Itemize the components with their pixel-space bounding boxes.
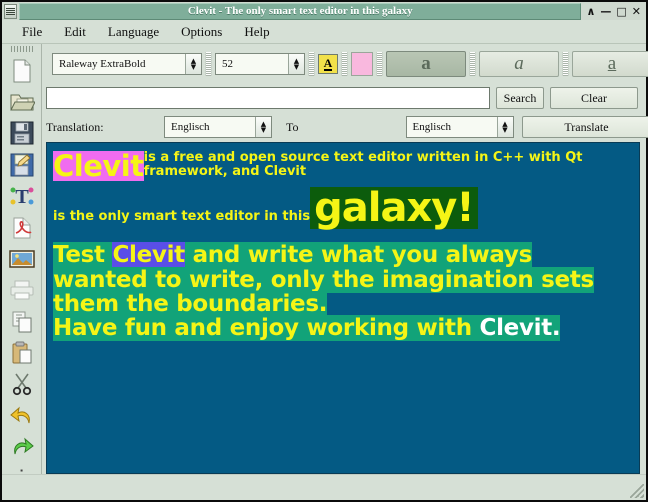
font-icon[interactable]: T <box>7 181 37 210</box>
translation-to-label: To <box>286 119 299 134</box>
svg-text:T: T <box>15 186 29 208</box>
left-toolbar: T ▪ <box>2 44 42 474</box>
toolbar-separator-4 <box>376 52 383 76</box>
target-language-spinner[interactable]: ▲ ▼ <box>496 117 513 137</box>
save-as-icon[interactable] <box>7 150 37 179</box>
window-menu-icon[interactable] <box>4 3 17 19</box>
minimize-button[interactable]: — <box>600 6 611 17</box>
search-row: Search Clear <box>42 84 646 112</box>
bold-button[interactable]: a <box>386 51 466 77</box>
document-paragraph-2: is the only smart text editor in this ga… <box>53 187 633 230</box>
save-icon[interactable] <box>7 119 37 148</box>
doc-line1-part-a: Test <box>53 242 113 269</box>
menu-item-file[interactable]: File <box>12 22 52 42</box>
search-input[interactable] <box>46 87 490 109</box>
translation-row: Translation: Englisch ▲ ▼ To Englisch ▲ ▼ … <box>42 112 648 142</box>
window-title: Clevit - The only smart text editor in t… <box>187 5 413 17</box>
doc-line-3: them the boundaries. <box>53 290 633 317</box>
print-icon[interactable] <box>7 276 37 305</box>
font-size-combo[interactable]: 52 ▲ ▼ <box>215 53 305 75</box>
clear-button[interactable]: Clear <box>550 87 638 109</box>
document-paragraph-1: Clevit is a free and open source text ed… <box>53 151 633 181</box>
menu-item-language[interactable]: Language <box>98 22 169 42</box>
redo-arrow-icon[interactable] <box>7 433 37 462</box>
toolbar-separator-6 <box>562 52 569 76</box>
source-language-value: Englisch <box>171 121 210 133</box>
italic-button[interactable]: a <box>479 51 559 77</box>
doc-line-2: wanted to write, only the imagination se… <box>53 266 633 293</box>
doc-word-clevit-2: Clevit <box>112 242 185 269</box>
doc-line-4: Have fun and enjoy working with Clevit. <box>53 314 633 341</box>
font-size-spinner[interactable]: ▲ ▼ <box>288 54 304 74</box>
cut-scissors-icon[interactable] <box>7 370 37 399</box>
shade-button[interactable]: ∧ <box>586 6 595 17</box>
application-window: Clevit - The only smart text editor in t… <box>0 0 648 502</box>
menu-item-edit[interactable]: Edit <box>54 22 96 42</box>
maximize-button[interactable]: □ <box>616 6 626 17</box>
font-family-value: Raleway ExtraBold <box>59 58 146 70</box>
translation-label: Translation: <box>46 119 104 134</box>
window-controls: ∧ — □ ✕ <box>583 6 644 17</box>
menu-item-help[interactable]: Help <box>234 22 279 42</box>
target-language-combo[interactable]: Englisch ▲ ▼ <box>405 116 514 138</box>
target-language-value: Englisch <box>412 121 452 133</box>
status-bar <box>2 474 646 500</box>
menu-item-options[interactable]: Options <box>171 22 232 42</box>
doc-line4-part-a: Have fun and enjoy working with <box>53 314 480 341</box>
doc-text-only-smart: is the only smart text editor in this <box>53 208 311 224</box>
doc-word-clevit-3: Clevit. <box>479 314 561 341</box>
title-bar: Clevit - The only smart text editor in t… <box>2 2 646 20</box>
title-strip[interactable]: Clevit - The only smart text editor in t… <box>19 2 582 20</box>
format-toolbar: Raleway ExtraBold ▲ ▼ 52 ▲ ▼ A a a a <box>42 44 648 84</box>
doc-line2-text: wanted to write, only the imagination se… <box>53 266 594 293</box>
font-family-spinner[interactable]: ▲ ▼ <box>185 54 201 74</box>
undo-arrow-icon[interactable] <box>7 401 37 430</box>
toolbar-drag-handle[interactable] <box>10 46 33 52</box>
open-folder-icon[interactable] <box>7 87 37 116</box>
translate-button[interactable]: Translate <box>521 116 648 138</box>
doc-word-clevit-1: Clevit <box>53 149 144 183</box>
main-column: Raleway ExtraBold ▲ ▼ 52 ▲ ▼ A a a a Sea… <box>42 44 648 474</box>
toolbar-separator-3 <box>341 52 348 76</box>
editor-area: Clevit is a free and open source text ed… <box>42 142 646 474</box>
export-pdf-icon[interactable] <box>7 213 37 242</box>
toolbar-separator-1 <box>205 52 212 76</box>
underline-button[interactable]: a <box>572 51 648 77</box>
menu-bar: File Edit Language Options Help <box>2 20 646 44</box>
text-editor[interactable]: Clevit is a free and open source text ed… <box>46 142 640 474</box>
source-language-spinner[interactable]: ▲ ▼ <box>255 117 271 137</box>
font-family-combo[interactable]: Raleway ExtraBold ▲ ▼ <box>52 53 202 75</box>
highlight-color-button[interactable] <box>351 52 373 76</box>
document-paragraph-3: Test Clevit and write what you always wa… <box>53 242 633 341</box>
doc-text-intro: is a free and open source text editor wr… <box>143 150 583 179</box>
source-language-combo[interactable]: Englisch ▲ ▼ <box>164 116 272 138</box>
copy-icon[interactable] <box>7 307 37 336</box>
window-body: T ▪ Raleway ExtraBold ▲ ▼ 52 ▲ ▼ A a a a… <box>2 44 648 474</box>
search-button[interactable]: Search <box>496 87 544 109</box>
new-file-icon[interactable] <box>7 56 37 85</box>
paste-icon[interactable] <box>7 338 37 367</box>
resize-grip-icon[interactable] <box>630 484 644 498</box>
doc-line3-text: them the boundaries. <box>53 290 328 317</box>
toolbar-separator-2 <box>308 52 315 76</box>
toolbar-separator-5 <box>469 52 476 76</box>
text-color-button[interactable]: A <box>318 54 338 74</box>
insert-image-icon[interactable] <box>7 244 37 273</box>
font-size-value: 52 <box>222 58 233 70</box>
toolbar-overflow-indicator[interactable]: ▪ <box>11 466 33 474</box>
text-color-label: A <box>323 55 333 71</box>
doc-line-1: Test Clevit and write what you always <box>53 242 633 269</box>
doc-word-galaxy: galaxy! <box>310 187 478 230</box>
doc-line1-part-b: and write what you always <box>184 242 532 269</box>
close-button[interactable]: ✕ <box>632 6 641 17</box>
